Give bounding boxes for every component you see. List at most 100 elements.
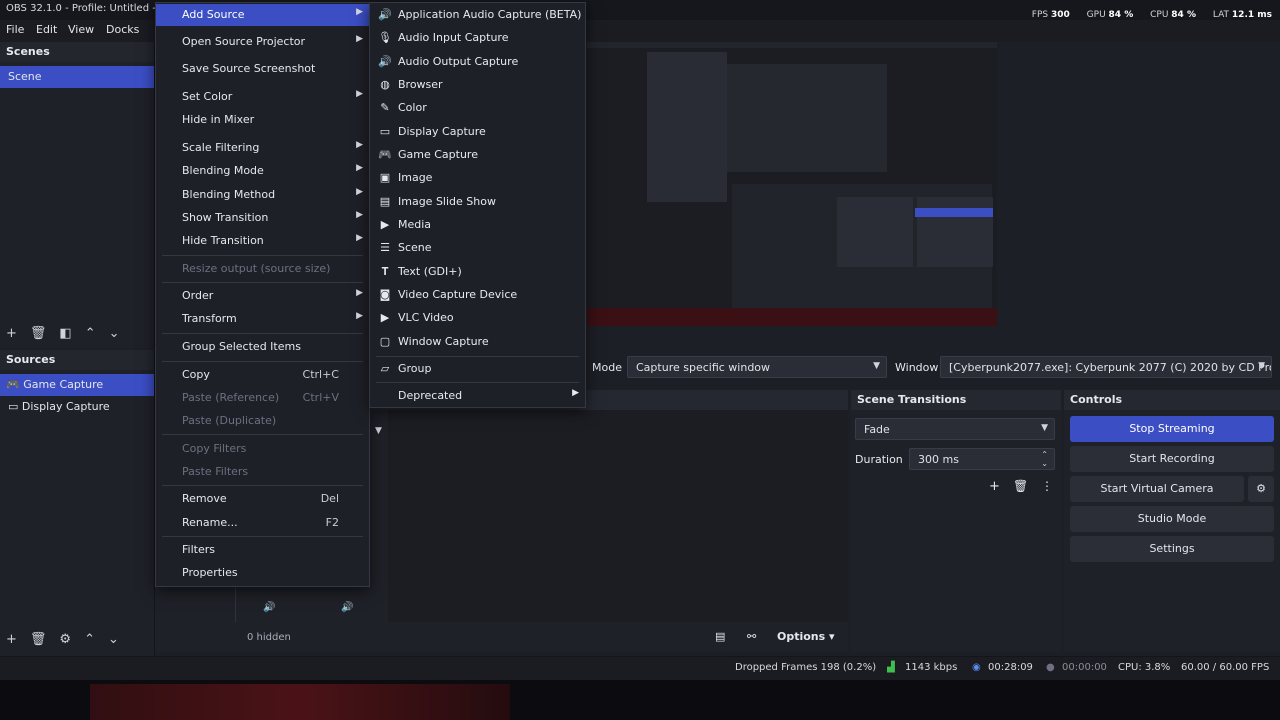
- add-icon[interactable]: +: [6, 632, 17, 647]
- chevron-right-icon: ▶: [572, 388, 579, 398]
- studio-mode-button[interactable]: Studio Mode: [1070, 506, 1274, 532]
- submenu-item-group[interactable]: ▱ Group: [370, 358, 585, 381]
- slideshow-icon: ▤: [379, 195, 391, 208]
- scene-transitions-panel: Scene Transitions Fade ▼ Duration 300 ms…: [851, 390, 1061, 652]
- record-time: 00:00:00: [1062, 662, 1107, 673]
- chevron-down-icon: ▼: [873, 361, 880, 371]
- gear-icon[interactable]: ⚙: [59, 632, 71, 647]
- submenu-item-window-capture[interactable]: ▢ Window Capture: [370, 331, 585, 354]
- fps-value: 300: [1051, 10, 1070, 20]
- submenu-item-scene[interactable]: ☰ Scene: [370, 237, 585, 260]
- menu-item-hide-in-mixer[interactable]: Hide in Mixer: [156, 109, 369, 131]
- speaker-icon[interactable]: 🔊: [341, 602, 353, 613]
- submenu-item-game-capture[interactable]: 🎮 Game Capture: [370, 144, 585, 167]
- stepper-icon[interactable]: ⌃ ⌄: [1041, 450, 1048, 468]
- scenes-toolbar: + 🗑 ◧ ⌃ ⌄: [0, 322, 120, 344]
- move-down-icon[interactable]: ⌄: [108, 632, 119, 647]
- menu-file[interactable]: File: [6, 23, 24, 36]
- move-up-icon[interactable]: ⌃: [84, 632, 95, 647]
- performance-stats: FPS 300 GPU 84 % CPU 84 % LAT 12.1 ms: [1018, 10, 1272, 20]
- add-icon[interactable]: +: [989, 479, 1000, 494]
- menu-item-blending-mode[interactable]: Blending Mode ▶: [156, 160, 369, 182]
- mode-select[interactable]: Capture specific window ▼: [627, 356, 887, 378]
- menu-item-add-source[interactable]: Add Source ▶: [156, 4, 369, 26]
- link-icon[interactable]: ⚯: [747, 630, 756, 643]
- filter-icon[interactable]: ◧: [59, 326, 71, 341]
- chevron-right-icon: ▶: [356, 233, 363, 243]
- transition-value: Fade: [864, 423, 890, 436]
- menu-item-save-source-screenshot[interactable]: Save Source Screenshot: [156, 58, 369, 80]
- submenu-item-image-slide-show[interactable]: ▤ Image Slide Show: [370, 191, 585, 214]
- trash-icon[interactable]: 🗑: [30, 326, 47, 341]
- cpu-label: CPU: [1150, 10, 1169, 20]
- menu-item-blending-method[interactable]: Blending Method ▶: [156, 184, 369, 206]
- menu-item-order[interactable]: Order ▶: [156, 285, 369, 307]
- submenu-item-media[interactable]: ▶ Media: [370, 214, 585, 237]
- options-label: Options: [777, 630, 826, 643]
- stream-icon: ◉: [972, 662, 981, 673]
- move-up-icon[interactable]: ⌃: [85, 326, 96, 341]
- menu-docks[interactable]: Docks: [106, 23, 139, 36]
- window-icon: ▢: [379, 335, 391, 348]
- transition-select[interactable]: Fade ▼: [855, 418, 1055, 440]
- submenu-item-image[interactable]: ▣ Image: [370, 167, 585, 190]
- mode-label: Mode: [592, 361, 622, 374]
- add-source-submenu: 🔊 Application Audio Capture (BETA) 🎙 Audio…: [369, 2, 586, 408]
- chevron-right-icon: ▶: [356, 210, 363, 220]
- menu-item-properties[interactable]: Properties: [156, 562, 369, 584]
- submenu-item-vlc-video[interactable]: ▶ VLC Video: [370, 307, 585, 330]
- record-icon: ●: [1046, 662, 1055, 673]
- menu-item-set-color[interactable]: Set Color ▶: [156, 86, 369, 108]
- submenu-item-deprecated[interactable]: Deprecated ▶: [370, 385, 585, 408]
- scene-item[interactable]: Scene: [0, 66, 154, 88]
- menu-item-show-transition[interactable]: Show Transition ▶: [156, 207, 369, 229]
- scenes-dock: Scenes Scene + 🗑 ◧ ⌃ ⌄: [0, 42, 155, 348]
- trash-icon[interactable]: 🗑: [1013, 479, 1028, 493]
- monitor-icon: ▭: [379, 125, 391, 138]
- menu-view[interactable]: View: [68, 23, 94, 36]
- more-icon[interactable]: ⋮: [1041, 479, 1053, 493]
- submenu-item-browser[interactable]: ◍ Browser: [370, 74, 585, 97]
- start-recording-button[interactable]: Start Recording: [1070, 446, 1274, 472]
- menu-item-resize-output: Resize output (source size): [182, 262, 331, 275]
- menu-item-copy[interactable]: Copy Ctrl+C: [156, 364, 369, 386]
- menu-item-group-selected[interactable]: Group Selected Items: [156, 336, 369, 358]
- options-button[interactable]: Options ▾: [777, 630, 835, 643]
- speaker-icon[interactable]: 🔊: [263, 602, 275, 613]
- gpu-value: 84 %: [1108, 10, 1134, 20]
- submenu-item-audio-input-capture[interactable]: 🎙 Audio Input Capture: [370, 27, 585, 50]
- move-down-icon[interactable]: ⌄: [109, 326, 120, 341]
- gpu-label: GPU: [1086, 10, 1106, 20]
- submenu-item-application-audio-capture[interactable]: 🔊 Application Audio Capture (BETA): [370, 4, 585, 27]
- chevron-down-icon[interactable]: ▼: [375, 426, 382, 436]
- menu-item-filters[interactable]: Filters: [156, 539, 369, 561]
- submenu-item-audio-output-capture[interactable]: 🔊 Audio Output Capture: [370, 51, 585, 74]
- menu-edit[interactable]: Edit: [36, 23, 57, 36]
- submenu-item-video-capture-device[interactable]: ◙ Video Capture Device: [370, 284, 585, 307]
- preview-canvas[interactable]: [587, 42, 997, 326]
- trash-icon[interactable]: 🗑: [30, 632, 47, 647]
- start-virtual-camera-button[interactable]: Start Virtual Camera: [1070, 476, 1244, 502]
- play-icon: ▶: [380, 218, 390, 231]
- gear-icon[interactable]: ⚙: [1248, 476, 1274, 502]
- menu-item-transform[interactable]: Transform ▶: [156, 308, 369, 330]
- add-icon[interactable]: +: [6, 326, 17, 341]
- menu-item-remove[interactable]: Remove Del: [156, 488, 369, 510]
- bitrate: 1143 kbps: [905, 662, 958, 673]
- source-item-display-capture[interactable]: ▭ Display Capture: [0, 396, 154, 418]
- menu-item-scale-filtering[interactable]: Scale Filtering ▶: [156, 137, 369, 159]
- submenu-item-display-capture[interactable]: ▭ Display Capture: [370, 121, 585, 144]
- source-label: Display Capture: [21, 400, 110, 413]
- menu-item-open-source-projector[interactable]: Open Source Projector ▶: [156, 31, 369, 53]
- menu-item-hide-transition[interactable]: Hide Transition ▶: [156, 230, 369, 252]
- layout-icon[interactable]: ▤: [715, 630, 725, 643]
- menu-item-rename[interactable]: Rename... F2: [156, 512, 369, 534]
- submenu-item-text-gdi[interactable]: 𝐓 Text (GDI+): [370, 261, 585, 284]
- stop-streaming-button[interactable]: Stop Streaming: [1070, 416, 1274, 442]
- window-select[interactable]: [Cyberpunk2077.exe]: Cyberpunk 2077 (C) …: [940, 356, 1272, 378]
- duration-input[interactable]: 300 ms ⌃ ⌄: [909, 448, 1055, 470]
- settings-button[interactable]: Settings: [1070, 536, 1274, 562]
- source-item-game-capture[interactable]: 🎮 Game Capture: [0, 374, 154, 396]
- submenu-item-color[interactable]: ✎ Color: [370, 97, 585, 120]
- signal-icon: ▟: [887, 662, 895, 673]
